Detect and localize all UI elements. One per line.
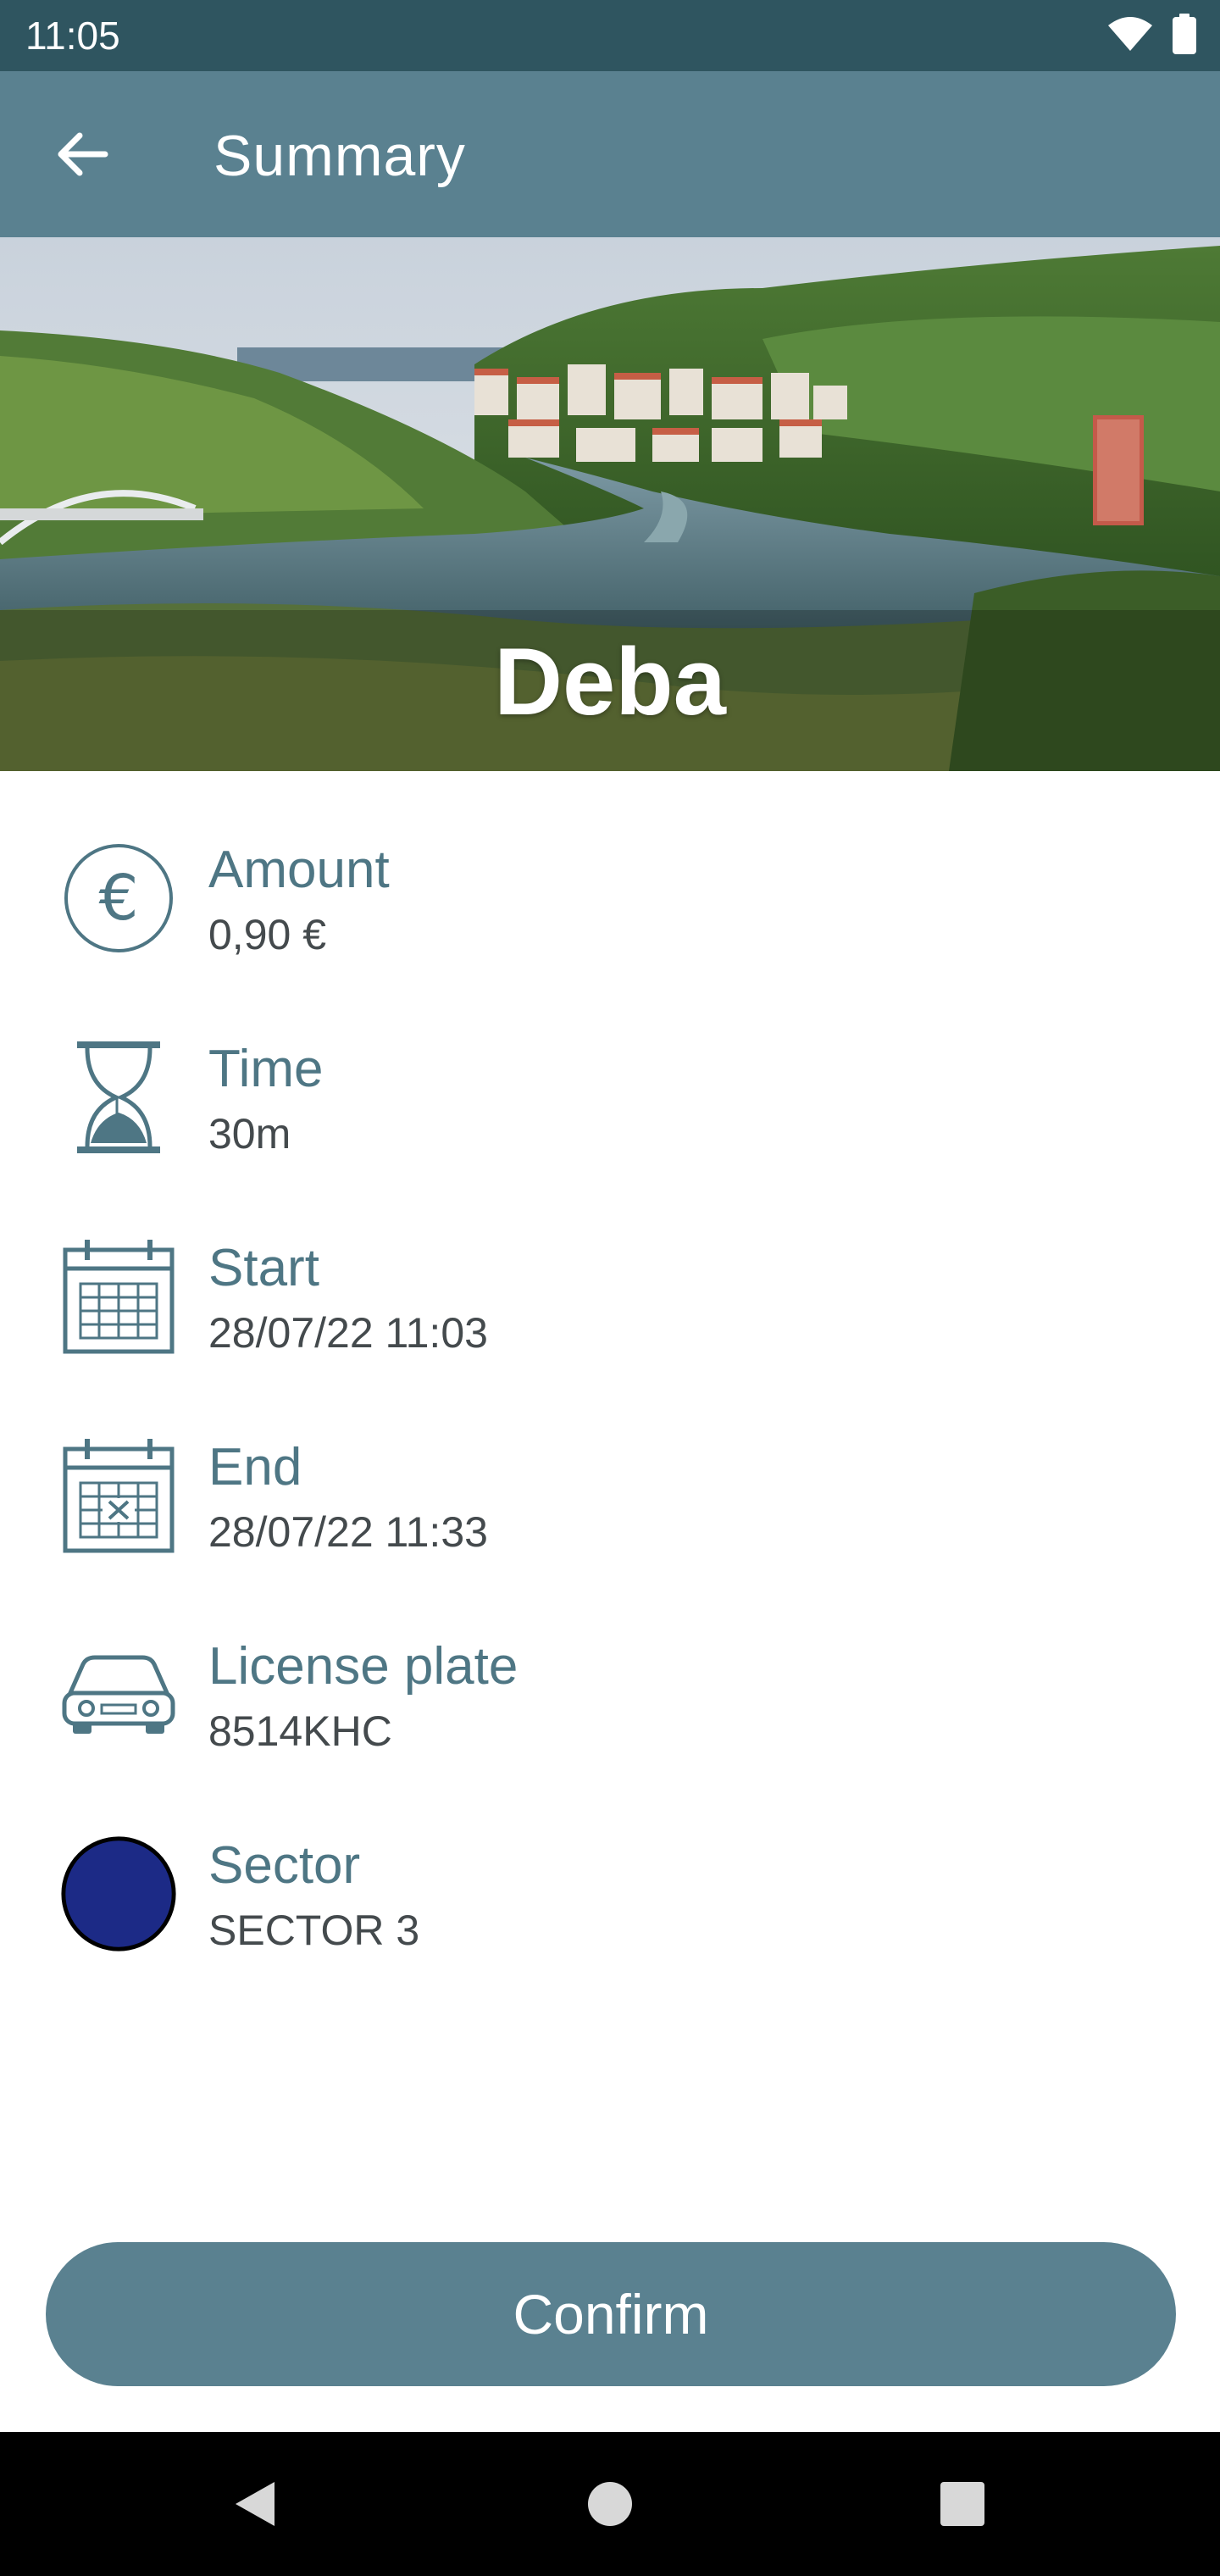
end-label: End — [208, 1438, 302, 1496]
status-icons — [1106, 13, 1196, 58]
euro-icon: € — [59, 839, 178, 958]
page-title: Summary — [214, 124, 466, 188]
sector-value: SECTOR 3 — [208, 1907, 420, 1954]
detail-row-license-plate: License plate 8514KHC — [0, 1635, 1220, 1805]
detail-row-start: Start 28/07/22 11:03 — [0, 1237, 1220, 1407]
arrow-left-icon — [54, 130, 108, 182]
back-triangle-icon[interactable] — [220, 2470, 288, 2538]
back-button[interactable] — [39, 114, 124, 198]
calendar-icon — [59, 1237, 178, 1356]
detail-row-time: Time 30m — [0, 1038, 1220, 1208]
battery-icon — [1173, 13, 1196, 58]
svg-text:€: € — [98, 862, 138, 935]
home-circle-icon[interactable] — [576, 2470, 644, 2538]
start-label: Start — [208, 1239, 319, 1297]
car-icon — [59, 1635, 178, 1754]
hero-image: Deba — [0, 237, 1220, 771]
sector-label: Sector — [208, 1836, 361, 1895]
time-label: Time — [208, 1040, 324, 1098]
amount-value: 0,90 € — [208, 911, 327, 958]
license-plate-value: 8514KHC — [208, 1707, 392, 1755]
app-bar: Summary — [0, 71, 1220, 237]
detail-row-amount: € Amount 0,90 € — [0, 839, 1220, 1008]
calendar-x-icon — [59, 1436, 178, 1555]
confirm-button[interactable]: Confirm — [46, 2242, 1176, 2386]
system-navigation-bar — [0, 2432, 1220, 2576]
time-value: 30m — [208, 1110, 291, 1158]
end-value: 28/07/22 11:33 — [208, 1508, 488, 1556]
status-time: 11:05 — [25, 14, 120, 58]
hourglass-icon — [59, 1038, 178, 1157]
wifi-icon — [1106, 15, 1154, 57]
license-plate-label: License plate — [208, 1637, 518, 1696]
amount-label: Amount — [208, 841, 390, 899]
detail-row-sector: Sector SECTOR 3 — [0, 1835, 1220, 2004]
sector-color-dot — [59, 1835, 178, 1953]
detail-row-end: End 28/07/22 11:33 — [0, 1436, 1220, 1606]
recents-square-icon[interactable] — [929, 2470, 996, 2538]
start-value: 28/07/22 11:03 — [208, 1309, 488, 1357]
location-title: Deba — [494, 629, 726, 735]
status-bar: 11:05 — [0, 0, 1220, 71]
